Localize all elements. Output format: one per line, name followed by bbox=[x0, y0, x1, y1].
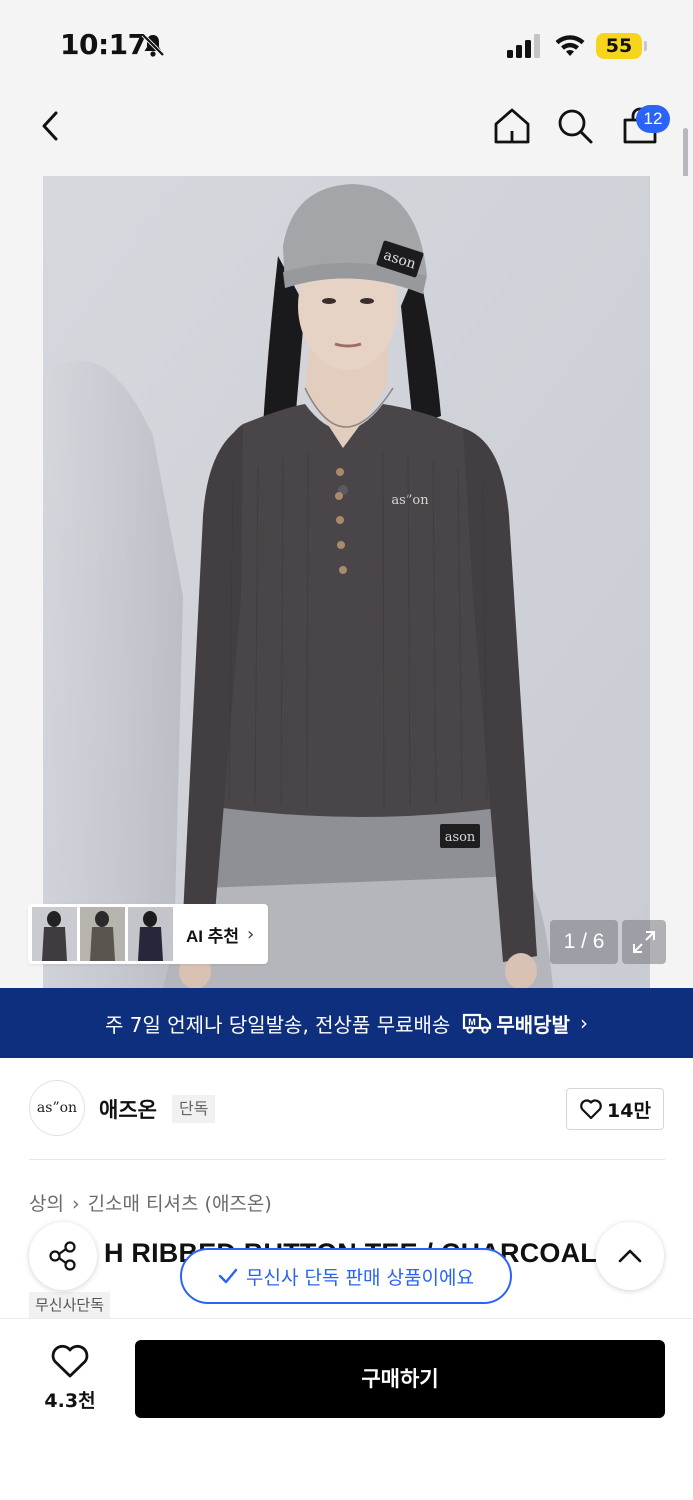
scroll-to-top-button[interactable] bbox=[596, 1222, 664, 1290]
free-shipping-logo: M 무배당발 bbox=[462, 1009, 570, 1038]
check-icon bbox=[218, 1268, 238, 1284]
brand-logo[interactable]: as”on bbox=[29, 1080, 85, 1136]
image-page-counter: 1 / 6 bbox=[550, 920, 618, 964]
status-bar: 10:17 55 bbox=[0, 0, 693, 92]
model-photo: ason ason as”on bbox=[43, 176, 650, 988]
status-time: 10:17 bbox=[60, 28, 147, 61]
product-exclusive-tag: 무신사단독 bbox=[29, 1292, 111, 1318]
chevron-right-icon: › bbox=[71, 1193, 80, 1215]
skirt-label: ason bbox=[445, 830, 476, 845]
chevron-up-icon bbox=[618, 1249, 642, 1263]
expand-icon bbox=[633, 931, 655, 953]
cart-count-badge: 12 bbox=[636, 105, 670, 133]
shipping-banner[interactable]: 주 7일 언제나 당일발송, 전상품 무료배송 M 무배당발 › bbox=[0, 988, 693, 1058]
divider bbox=[29, 1159, 665, 1160]
ai-thumb-2 bbox=[80, 907, 125, 961]
chevron-left-icon bbox=[42, 111, 58, 141]
ai-thumb-1 bbox=[32, 907, 77, 961]
battery-indicator: 55 bbox=[596, 33, 642, 59]
home-icon bbox=[494, 108, 530, 144]
ai-recommendation-label: AI 추천 bbox=[186, 926, 240, 946]
svg-text:M: M bbox=[469, 1017, 477, 1027]
buy-button[interactable]: 구매하기 bbox=[135, 1340, 665, 1418]
search-button[interactable] bbox=[553, 104, 597, 148]
brand-like-button[interactable]: 14만 bbox=[566, 1088, 664, 1130]
ai-recommendation-button[interactable]: AI 추천 › bbox=[28, 904, 268, 964]
back-button[interactable] bbox=[28, 104, 72, 148]
battery-nub bbox=[644, 41, 647, 51]
product-image[interactable]: ason ason as”on bbox=[43, 176, 650, 988]
breadcrumb-item[interactable]: 긴소매 티셔츠 (애즈온) bbox=[88, 1193, 272, 1215]
share-button[interactable] bbox=[29, 1222, 97, 1290]
ai-thumb-3 bbox=[128, 907, 173, 961]
free-shipping-logo-text: 무배당발 bbox=[496, 1012, 570, 1037]
exclusive-notice-pill: 무신사 단독 판매 상품이에요 bbox=[180, 1248, 512, 1304]
top-nav bbox=[0, 92, 693, 176]
heart-icon bbox=[580, 1099, 602, 1120]
exclusive-notice-text: 무신사 단독 판매 상품이에요 bbox=[246, 1266, 474, 1289]
brand-like-count: 14만 bbox=[607, 1099, 651, 1122]
chevron-right-icon: › bbox=[247, 923, 255, 945]
shirt-logo: as”on bbox=[391, 493, 429, 508]
expand-image-button[interactable] bbox=[622, 920, 666, 964]
home-button[interactable] bbox=[490, 104, 534, 148]
brand-name[interactable]: 애즈온 bbox=[99, 1094, 157, 1124]
delivery-truck-icon: M bbox=[463, 1013, 492, 1034]
chevron-right-icon: › bbox=[579, 1011, 588, 1035]
shipping-text: 주 7일 언제나 당일발송, 전상품 무료배송 bbox=[105, 1012, 451, 1037]
brand-exclusive-tag: 단독 bbox=[172, 1095, 216, 1123]
wishlist-count: 4.3천 bbox=[44, 1390, 96, 1412]
breadcrumb: 상의 › 긴소매 티셔츠 (애즈온) bbox=[29, 1189, 272, 1216]
bell-off-icon bbox=[141, 33, 165, 57]
share-icon bbox=[49, 1241, 76, 1271]
wifi-icon bbox=[555, 35, 585, 56]
search-icon bbox=[558, 109, 593, 144]
breadcrumb-item[interactable]: 상의 bbox=[29, 1193, 64, 1215]
heart-icon[interactable] bbox=[50, 1343, 90, 1379]
signal-icon bbox=[507, 34, 540, 58]
